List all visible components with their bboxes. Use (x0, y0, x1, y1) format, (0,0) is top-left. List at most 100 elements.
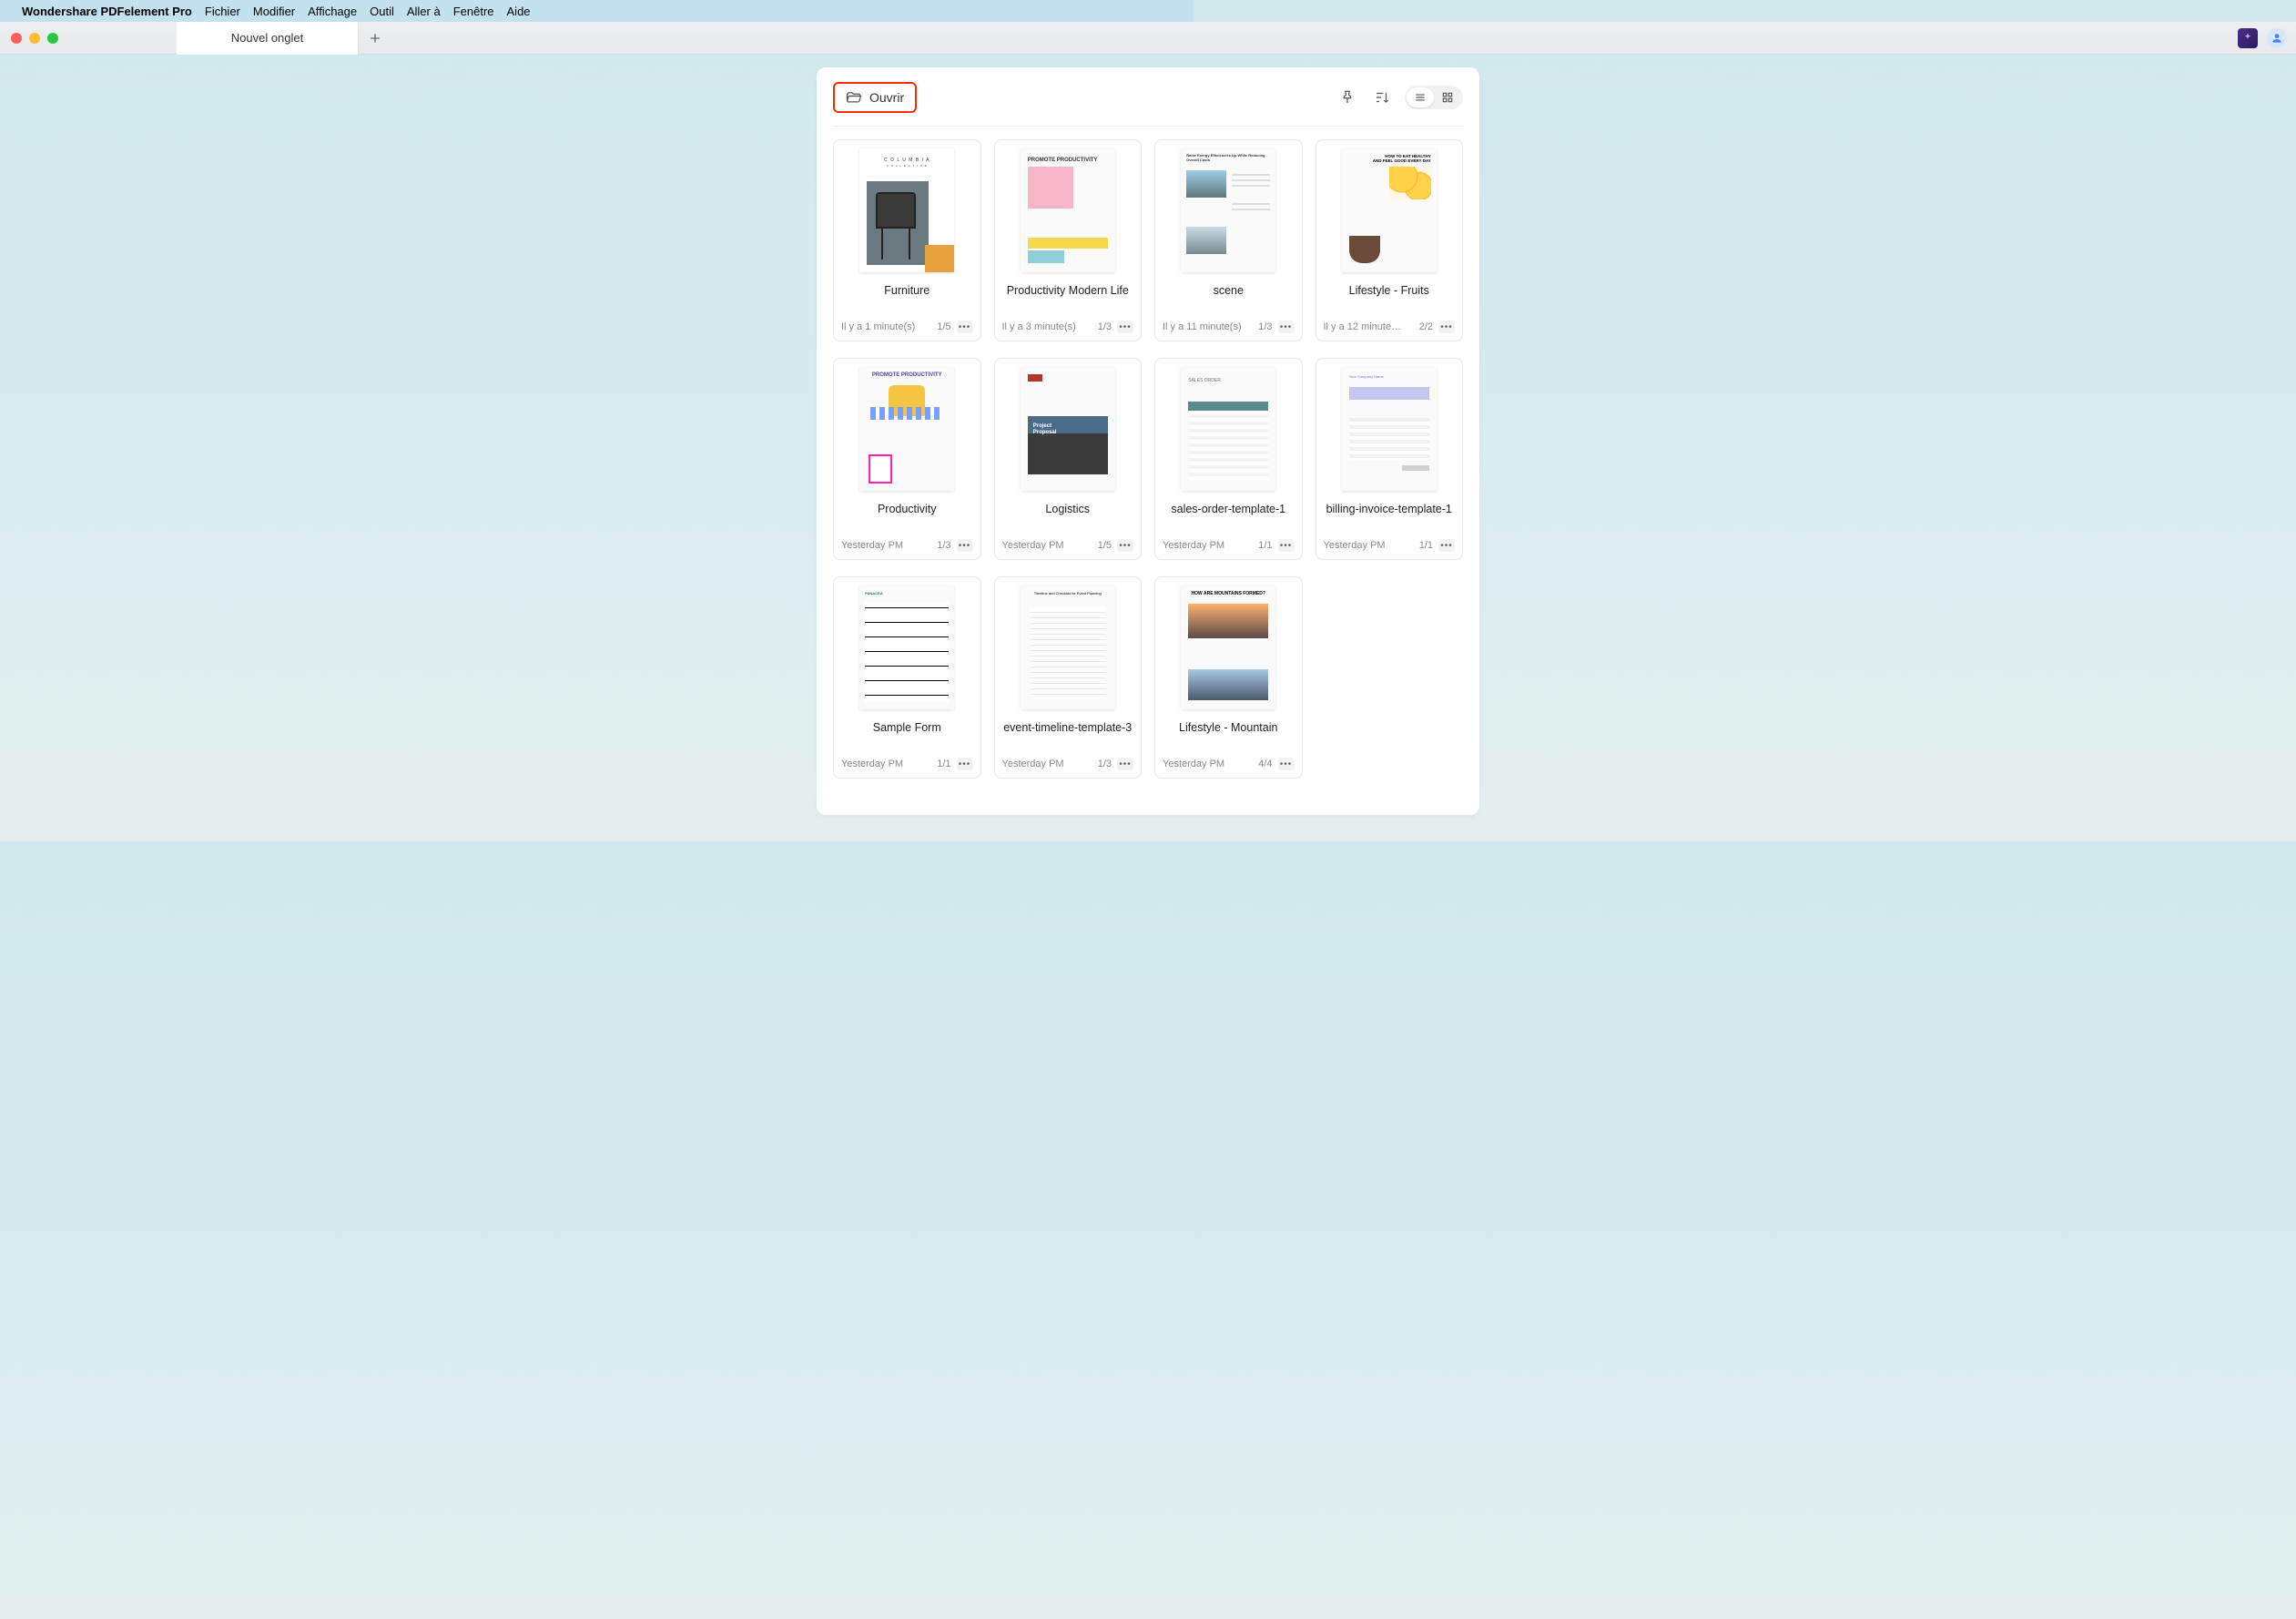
window-zoom-button[interactable] (47, 33, 58, 44)
window-close-button[interactable] (11, 33, 22, 44)
ai-assistant-button[interactable] (2238, 28, 2258, 48)
open-button-label: Ouvrir (869, 90, 904, 105)
document-title: Sample Form (839, 721, 975, 748)
ai-sparkle-icon (2241, 32, 2254, 45)
list-view-button[interactable] (1407, 87, 1434, 107)
document-meta: Il y a 3 minute(s) 1/3 ••• (1001, 321, 1136, 333)
document-more-button[interactable]: ••• (957, 539, 973, 552)
document-title: Lifestyle - Fruits (1322, 284, 1458, 311)
window-controls (0, 33, 69, 44)
document-card[interactable]: ProjectProposal Logistics Yesterday PM 1… (994, 358, 1143, 560)
app-name[interactable]: Wondershare PDFelement Pro (22, 5, 192, 18)
thumb-text: Timeline and Checklist for Event Plannin… (1021, 591, 1115, 596)
document-more-button[interactable]: ••• (1117, 758, 1133, 770)
document-meta: Yesterday PM 1/5 ••• (1001, 539, 1136, 552)
app-window: Nouvel onglet Ouvrir (0, 22, 2296, 1619)
document-thumbnail: HOW ARE MOUNTAINS FORMED? (1161, 583, 1296, 712)
document-pages: 1/1 (937, 759, 950, 769)
view-mode-toggle (1405, 86, 1463, 109)
document-thumbnail: C O L U M B I AC O L L E C T I V E (839, 146, 975, 275)
thumb-text: HOW ARE MOUNTAINS FORMED? (1181, 591, 1275, 596)
thumb-text: Raise Energy Efficiencies Up While Reduc… (1186, 154, 1270, 163)
new-tab-button[interactable] (359, 22, 391, 55)
document-pages: 1/3 (1098, 759, 1112, 769)
document-thumbnail: Raise Energy Efficiencies Up While Reduc… (1161, 146, 1296, 275)
document-card[interactable]: HOW TO EAT HEALTHYAND FEEL GOOD EVERY DA… (1316, 139, 1464, 341)
documents-grid: C O L U M B I AC O L L E C T I V E Furni… (817, 139, 1479, 779)
menu-fichier[interactable]: Fichier (205, 5, 240, 18)
document-thumbnail: PROMOTE PRODUCTIVITY (839, 364, 975, 494)
menu-outil[interactable]: Outil (370, 5, 394, 18)
document-more-button[interactable]: ••• (1438, 321, 1455, 333)
document-time: Yesterday PM (1163, 540, 1224, 551)
document-title: Furniture (839, 284, 975, 311)
thumb-text: SALES ORDER (1188, 378, 1221, 383)
document-card[interactable]: HOW ARE MOUNTAINS FORMED? Lifestyle - Mo… (1154, 576, 1303, 779)
document-title: event-timeline-template-3 (1001, 721, 1136, 748)
document-thumbnail: Your Company Name (1322, 364, 1458, 494)
window-minimize-button[interactable] (29, 33, 40, 44)
sort-button[interactable] (1370, 86, 1394, 109)
document-title: Lifestyle - Mountain (1161, 721, 1296, 748)
document-card[interactable]: PANACEA Sample Form Yesterday PM 1/1 ••• (833, 576, 981, 779)
panel-header: Ouvrir (817, 67, 1479, 126)
document-meta: Yesterday PM 1/1 ••• (1322, 539, 1458, 552)
menu-aller-a[interactable]: Aller à (407, 5, 441, 18)
document-title: billing-invoice-template-1 (1322, 503, 1458, 530)
document-card[interactable]: Timeline and Checklist for Event Plannin… (994, 576, 1143, 779)
folder-open-icon (846, 89, 862, 106)
document-more-button[interactable]: ••• (1278, 758, 1295, 770)
pin-button[interactable] (1336, 86, 1359, 109)
tab-nouvel-onglet[interactable]: Nouvel onglet (177, 22, 359, 55)
document-pages: 1/5 (937, 321, 950, 332)
document-card[interactable]: PROMOTE PRODUCTIVITY Productivity Yester… (833, 358, 981, 560)
plus-icon (368, 31, 382, 46)
document-title: scene (1161, 284, 1296, 311)
menu-modifier[interactable]: Modifier (253, 5, 295, 18)
document-pages: 1/5 (1098, 540, 1112, 551)
thumb-text: ProjectProposal (1033, 423, 1057, 435)
document-meta: Yesterday PM 1/1 ••• (839, 758, 975, 770)
document-time: Yesterday PM (841, 759, 903, 769)
sort-icon (1374, 89, 1390, 106)
document-thumbnail: PROMOTE PRODUCTIVITY (1001, 146, 1136, 275)
document-pages: 1/1 (1258, 540, 1272, 551)
document-card[interactable]: PROMOTE PRODUCTIVITY Productivity Modern… (994, 139, 1143, 341)
document-meta: Yesterday PM 1/1 ••• (1161, 539, 1296, 552)
document-more-button[interactable]: ••• (1117, 539, 1133, 552)
menu-affichage[interactable]: Affichage (308, 5, 357, 18)
list-icon (1414, 91, 1427, 104)
menu-aide[interactable]: Aide (507, 5, 531, 18)
document-pages: 1/3 (937, 540, 950, 551)
grid-view-button[interactable] (1434, 87, 1461, 107)
pin-icon (1339, 89, 1356, 106)
grid-icon (1441, 91, 1454, 104)
document-pages: 4/4 (1258, 759, 1272, 769)
document-pages: 1/3 (1258, 321, 1272, 332)
macos-menubar: Wondershare PDFelement Pro Fichier Modif… (0, 0, 1194, 22)
document-more-button[interactable]: ••• (1438, 539, 1455, 552)
document-more-button[interactable]: ••• (1117, 321, 1133, 333)
document-meta: Yesterday PM 1/3 ••• (839, 539, 975, 552)
document-thumbnail: HOW TO EAT HEALTHYAND FEEL GOOD EVERY DA… (1322, 146, 1458, 275)
menu-fenetre[interactable]: Fenêtre (453, 5, 494, 18)
document-meta: Il y a 11 minute(s) 1/3 ••• (1161, 321, 1296, 333)
document-card[interactable]: SALES ORDER sales-order-template-1 Yeste… (1154, 358, 1303, 560)
user-account-button[interactable] (2267, 28, 2287, 48)
document-meta: Il y a 1 minute(s) 1/5 ••• (839, 321, 975, 333)
document-title: Logistics (1001, 503, 1136, 530)
document-more-button[interactable]: ••• (957, 758, 973, 770)
open-file-button[interactable]: Ouvrir (833, 82, 917, 113)
document-pages: 1/3 (1098, 321, 1112, 332)
document-more-button[interactable]: ••• (1278, 539, 1295, 552)
document-title: Productivity Modern Life (1001, 284, 1136, 311)
document-time: Il y a 12 minute… (1324, 321, 1402, 332)
document-time: Yesterday PM (1163, 759, 1224, 769)
document-time: Il y a 3 minute(s) (1002, 321, 1076, 332)
document-more-button[interactable]: ••• (957, 321, 973, 333)
thumb-text: PROMOTE PRODUCTIVITY (859, 372, 954, 378)
document-more-button[interactable]: ••• (1278, 321, 1295, 333)
document-card[interactable]: C O L U M B I AC O L L E C T I V E Furni… (833, 139, 981, 341)
document-card[interactable]: Your Company Name billing-invoice-templa… (1316, 358, 1464, 560)
document-card[interactable]: Raise Energy Efficiencies Up While Reduc… (1154, 139, 1303, 341)
